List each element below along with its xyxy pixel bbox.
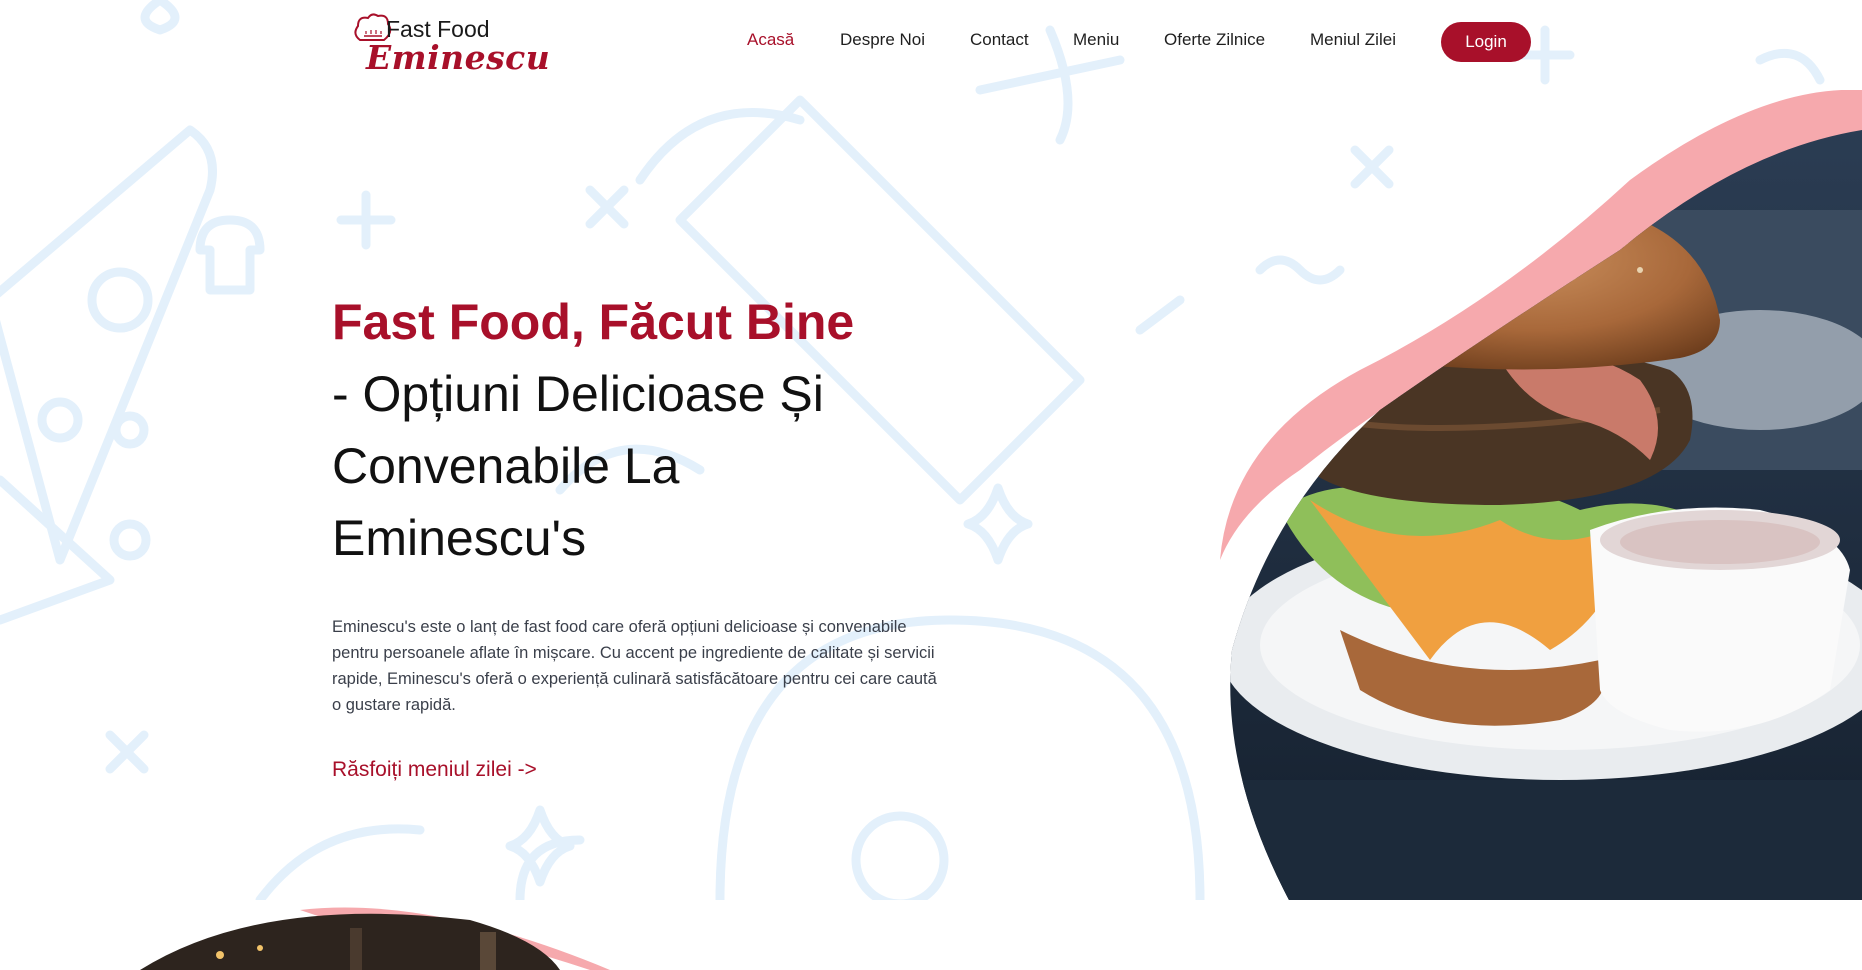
- brand-logo[interactable]: Fast Food Eminescu: [352, 10, 550, 77]
- browse-daily-menu-link[interactable]: Răsfoiți meniul zilei ->: [332, 758, 537, 782]
- nav-item-despre-noi[interactable]: Despre Noi: [840, 30, 925, 50]
- hero-section: Fast Food, Făcut Bine - Opțiuni Delicioa…: [332, 286, 972, 781]
- site-header: Fast Food Eminescu Acasă Despre Noi Cont…: [0, 0, 1862, 82]
- next-section-preview: [0, 900, 1862, 970]
- logo-line-2: Eminescu: [366, 38, 551, 77]
- hero-title-accent: Fast Food, Făcut Bine: [332, 294, 855, 350]
- nav-item-contact[interactable]: Contact: [970, 30, 1029, 50]
- hero-title-rest: - Opțiuni Delicioase Și Convenabile La E…: [332, 366, 824, 566]
- next-section-image: [140, 907, 610, 970]
- nav-item-oferte-zilnice[interactable]: Oferte Zilnice: [1164, 30, 1265, 50]
- nav-item-meniu[interactable]: Meniu: [1073, 30, 1119, 50]
- login-button[interactable]: Login: [1441, 22, 1531, 62]
- nav-item-acasa[interactable]: Acasă: [747, 30, 794, 50]
- nav-item-meniul-zilei[interactable]: Meniul Zilei: [1310, 30, 1396, 50]
- hero-burger-image: [1220, 90, 1862, 902]
- hero-title: Fast Food, Făcut Bine - Opțiuni Delicioa…: [332, 286, 972, 574]
- hero-description: Eminescu's este o lanț de fast food care…: [332, 618, 937, 714]
